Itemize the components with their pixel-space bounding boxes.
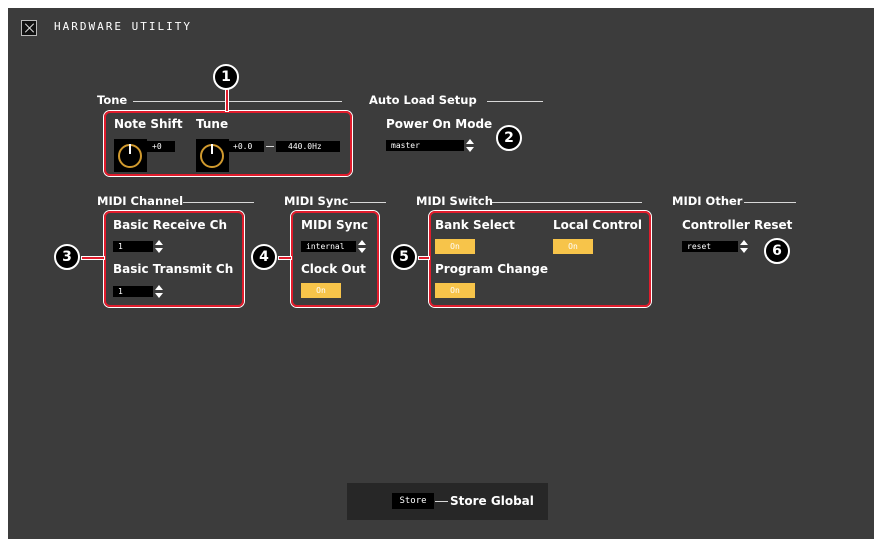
callout-connector-5: [419, 257, 429, 259]
controller-reset-label: Controller Reset: [682, 218, 793, 232]
midi-sync-section-label: MIDI Sync: [284, 194, 349, 208]
callout-connector-3: [82, 257, 104, 259]
midi-sync-spinner-icon[interactable]: [358, 240, 367, 254]
tune-knob[interactable]: [196, 139, 229, 172]
midi-channel-section-rule: [183, 202, 254, 203]
callout-badge-5: 5: [391, 244, 417, 270]
basic-receive-ch-spinner-icon[interactable]: [155, 240, 164, 254]
note-shift-knob[interactable]: [114, 139, 147, 172]
auto-load-section-rule: [487, 101, 543, 102]
tune-label: Tune: [196, 117, 229, 131]
tune-hz-value[interactable]: 440.0Hz: [276, 141, 340, 152]
basic-receive-ch-select[interactable]: 1: [113, 241, 153, 252]
midi-sync-select[interactable]: internal: [301, 241, 356, 252]
controller-reset-select[interactable]: reset: [682, 241, 738, 252]
store-dash: [435, 501, 448, 502]
midi-switch-section-label: MIDI Switch: [416, 194, 493, 208]
callout-badge-1: 1: [213, 64, 239, 90]
hardware-utility-panel: HARDWARE UTILITY Tone 1 Note Shift +0 Tu…: [8, 8, 874, 539]
power-on-mode-label: Power On Mode: [386, 117, 493, 131]
power-on-mode-select[interactable]: master: [386, 140, 464, 151]
callout-badge-6: 6: [764, 238, 790, 264]
controller-reset-spinner-icon[interactable]: [740, 240, 749, 254]
basic-transmit-ch-label: Basic Transmit Ch: [113, 262, 234, 276]
tune-knob-icon: [200, 144, 224, 168]
midi-sync-label: MIDI Sync: [301, 218, 369, 232]
bank-select-label: Bank Select: [435, 218, 515, 232]
note-shift-knob-icon: [118, 144, 142, 168]
basic-transmit-ch-select[interactable]: 1: [113, 286, 153, 297]
midi-other-section-rule: [744, 202, 796, 203]
callout-badge-4: 4: [251, 244, 277, 270]
callout-badge-2: 2: [496, 125, 522, 151]
window-title: HARDWARE UTILITY: [54, 20, 192, 33]
callout-badge-3: 3: [54, 244, 80, 270]
tune-dash: [266, 146, 274, 147]
midi-channel-section-label: MIDI Channel: [97, 194, 184, 208]
midi-sync-section-rule: [350, 202, 386, 203]
note-shift-value[interactable]: +0: [147, 141, 175, 152]
store-button[interactable]: Store: [392, 493, 434, 509]
midi-switch-section-rule: [492, 202, 642, 203]
basic-transmit-ch-spinner-icon[interactable]: [155, 285, 164, 299]
basic-receive-ch-label: Basic Receive Ch: [113, 218, 228, 232]
note-shift-label: Note Shift: [114, 117, 183, 131]
tone-section-rule: [133, 101, 342, 102]
callout-connector-4: [279, 257, 291, 259]
tone-section-label: Tone: [97, 93, 128, 107]
midi-other-section-label: MIDI Other: [672, 194, 743, 208]
power-on-mode-spinner-icon[interactable]: [466, 139, 475, 153]
callout-connector-1: [226, 88, 228, 111]
local-control-toggle[interactable]: On: [553, 239, 593, 254]
tune-value[interactable]: +0.0: [228, 141, 264, 152]
close-x-icon[interactable]: [21, 20, 37, 36]
clock-out-toggle[interactable]: On: [301, 283, 341, 298]
program-change-toggle[interactable]: On: [435, 283, 475, 298]
program-change-label: Program Change: [435, 262, 548, 276]
store-global-label: Store Global: [450, 494, 534, 508]
bank-select-toggle[interactable]: On: [435, 239, 475, 254]
clock-out-label: Clock Out: [301, 262, 366, 276]
auto-load-section-label: Auto Load Setup: [369, 93, 477, 107]
local-control-label: Local Control: [553, 218, 642, 232]
